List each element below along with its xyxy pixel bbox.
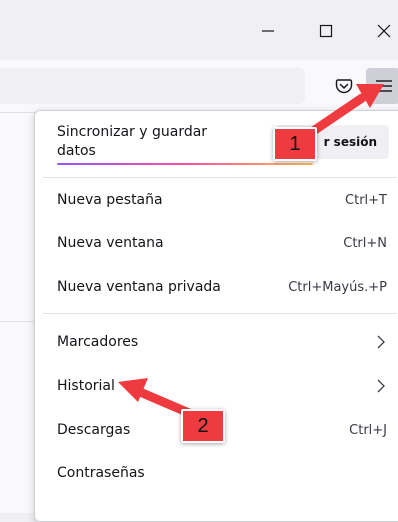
annotation-badge-2: 2 (181, 409, 225, 443)
annotation-badge-1: 1 (273, 127, 317, 161)
